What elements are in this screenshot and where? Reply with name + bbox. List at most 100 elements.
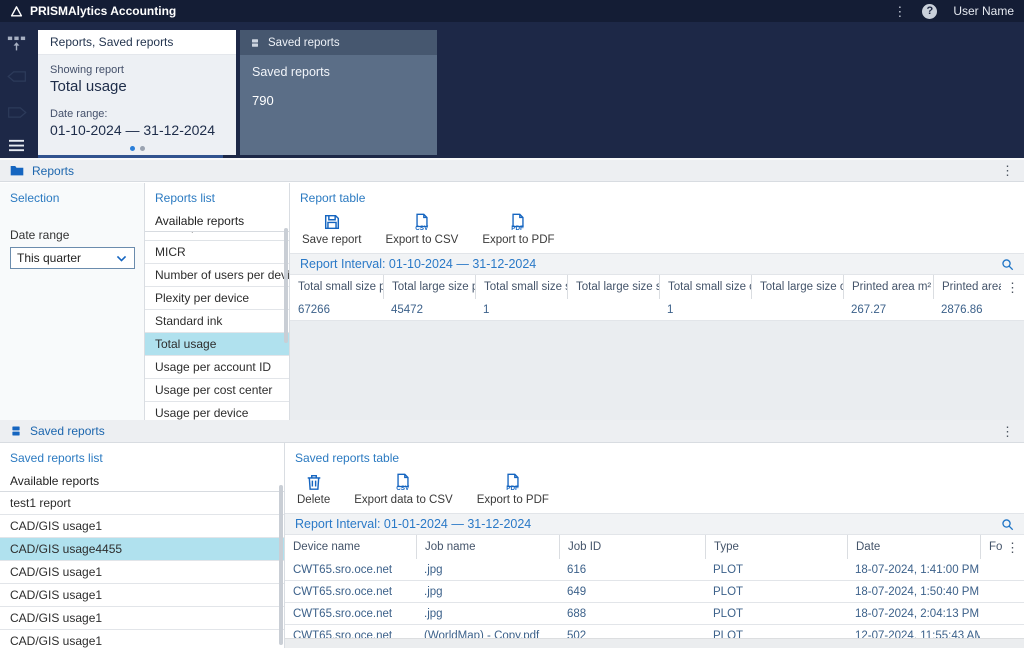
reports-list-panel: Reports list Available reports Media pri…	[145, 183, 290, 425]
help-icon[interactable]: ?	[922, 3, 938, 19]
list-item[interactable]: Number of users per device	[145, 264, 289, 287]
list-item[interactable]: CAD/GIS usage1	[0, 515, 284, 538]
saved-reports-count: 790	[252, 93, 274, 108]
overflow-menu-icon[interactable]: ⋮	[893, 5, 906, 18]
table-row[interactable]: CWT65.sro.oce.net .jpg 649 PLOT 18-07-20…	[285, 581, 1024, 603]
date-range-value: 01-10-2024 — 31-12-2024	[50, 122, 216, 138]
export-csv-button[interactable]: CSV Export to CSV	[385, 213, 458, 246]
svg-text:PDF: PDF	[512, 225, 525, 231]
list-item-clipped[interactable]: Media print mode	[145, 232, 289, 241]
column-header[interactable]: Total large size c...	[751, 275, 843, 299]
save-report-button[interactable]: Save report	[302, 213, 361, 246]
column-header[interactable]: Job name	[416, 535, 559, 559]
table-menu-icon[interactable]: ⋮	[1006, 541, 1019, 554]
column-header[interactable]: Total large size p...	[383, 275, 475, 299]
saved-list-title: Saved reports list	[10, 451, 103, 465]
export-pdf-button[interactable]: PDF Export to PDF	[482, 213, 555, 246]
csv-file-icon: CSV	[413, 213, 431, 231]
saved-interval-text: Report Interval: 01-01-2024 — 31-12-2024	[295, 517, 532, 531]
reports-list-title: Reports list	[155, 191, 216, 205]
list-item[interactable]: Standard ink	[145, 310, 289, 333]
export-pdf-button[interactable]: PDF Export to PDF	[477, 473, 549, 506]
column-header[interactable]: Total small size p...	[290, 275, 383, 299]
date-range-select[interactable]: This quarter	[10, 247, 135, 269]
export-data-csv-button[interactable]: CSV Export data to CSV	[354, 473, 453, 506]
saved-section-body: Saved reports list Available reports tes…	[0, 443, 1024, 648]
column-header[interactable]: Total small size c...	[659, 275, 751, 299]
distribution-tree-icon[interactable]	[7, 34, 26, 58]
dashboard-band: Reports, Saved reports Showing report To…	[0, 22, 1024, 158]
chevron-down-icon	[115, 252, 128, 265]
pdf-file-icon: PDF	[509, 213, 527, 231]
showing-report-label: Showing report	[50, 64, 124, 76]
list-item[interactable]: Plexity per device	[145, 287, 289, 310]
list-item-selected[interactable]: Total usage	[145, 333, 289, 356]
saved-reports-label: Saved reports	[252, 65, 330, 79]
saved-table-title: Saved reports table	[285, 443, 1024, 471]
pdf-file-icon: PDF	[504, 473, 522, 491]
list-item[interactable]: test1 report	[0, 492, 284, 515]
search-icon[interactable]	[1001, 518, 1014, 531]
column-header[interactable]: Printed area m²	[843, 275, 933, 299]
date-range-selected-value: This quarter	[17, 251, 82, 265]
pagination-dot-active[interactable]	[129, 146, 135, 151]
list-item[interactable]: CAD/GIS usage1	[0, 584, 284, 607]
reports-section-body: Selection Date range This quarter Report…	[0, 183, 1024, 425]
section-menu-icon[interactable]: ⋮	[1001, 425, 1014, 438]
card-pagination	[38, 146, 236, 151]
report-table-header: Total small size p... Total large size p…	[290, 275, 1024, 299]
tag-left-icon[interactable]	[7, 70, 27, 88]
report-table-title: Report table	[290, 183, 1024, 211]
list-item-selected[interactable]: CAD/GIS usage4455	[0, 538, 284, 561]
saved-table-horizontal-scrollbar[interactable]	[285, 638, 1024, 648]
saved-list-scrollbar[interactable]	[279, 485, 283, 645]
column-header[interactable]: Date	[847, 535, 980, 559]
user-menu[interactable]: User Name	[953, 4, 1014, 18]
list-item[interactable]: CAD/GIS usage1	[0, 607, 284, 630]
saved-table-header: Device name Job name Job ID Type Date Fo…	[285, 535, 1024, 559]
section-title: Saved reports	[30, 424, 105, 438]
list-item[interactable]: CAD/GIS usage1	[0, 630, 284, 648]
csv-file-icon: CSV	[394, 473, 412, 491]
column-header[interactable]: Job ID	[559, 535, 705, 559]
reports-section-header: Reports ⋮	[0, 158, 1024, 182]
column-header[interactable]: Device name	[285, 535, 416, 559]
card-header: Reports, Saved reports	[38, 30, 236, 55]
svg-text:PDF: PDF	[506, 485, 519, 491]
save-icon	[323, 213, 341, 231]
column-header[interactable]: Printed area...	[933, 275, 1001, 299]
top-bar: PRISMAlytics Accounting ⋮ ? User Name	[0, 0, 1024, 22]
reports-list-scrollbar[interactable]	[284, 228, 288, 343]
delete-button[interactable]: Delete	[297, 473, 330, 506]
pagination-dot[interactable]	[139, 146, 145, 151]
list-item[interactable]: Usage per account ID	[145, 356, 289, 379]
table-menu-icon[interactable]: ⋮	[1006, 281, 1019, 294]
app-logo-icon	[10, 5, 23, 18]
saved-reports-table-panel: Saved reports table Delete CSV Export da…	[285, 443, 1024, 648]
saved-section-header: Saved reports ⋮	[0, 420, 1024, 443]
trash-icon	[305, 473, 323, 491]
table-row[interactable]: CWT65.sro.oce.net .jpg 616 PLOT 18-07-20…	[285, 559, 1024, 581]
hamburger-menu-icon[interactable]	[7, 138, 26, 158]
saved-interval-row: Report Interval: 01-01-2024 — 31-12-2024	[285, 513, 1024, 535]
reports-summary-card[interactable]: Reports, Saved reports Showing report To…	[38, 30, 236, 155]
stacked-reports-icon	[10, 425, 22, 437]
list-item[interactable]: CAD/GIS usage1	[0, 561, 284, 584]
tag-right-icon[interactable]	[7, 106, 27, 124]
saved-reports-summary-card[interactable]: Saved reports Saved reports 790	[240, 30, 437, 155]
table-row[interactable]: CWT65.sro.oce.net .jpg 688 PLOT 18-07-20…	[285, 603, 1024, 625]
section-menu-icon[interactable]: ⋮	[1001, 164, 1014, 177]
list-item[interactable]: Usage per cost center	[145, 379, 289, 402]
column-header[interactable]: Total large size s...	[567, 275, 659, 299]
list-item[interactable]: MICR	[145, 241, 289, 264]
saved-table-toolbar: Delete CSV Export data to CSV PDF Export…	[285, 471, 1024, 513]
folder-icon	[10, 164, 24, 177]
column-header[interactable]: Total small size s...	[475, 275, 567, 299]
column-header-clipped[interactable]: Fo	[980, 535, 1002, 559]
search-icon[interactable]	[1001, 258, 1014, 271]
table-row[interactable]: 67266 45472 1 1 267.27 2876.86	[290, 299, 1024, 321]
column-header[interactable]: Type	[705, 535, 847, 559]
date-range-label: Date range:	[50, 108, 108, 120]
report-interval-row: Report Interval: 01-10-2024 — 31-12-2024	[290, 253, 1024, 275]
report-table-toolbar: Save report CSV Export to CSV PDF Export…	[290, 211, 1024, 253]
